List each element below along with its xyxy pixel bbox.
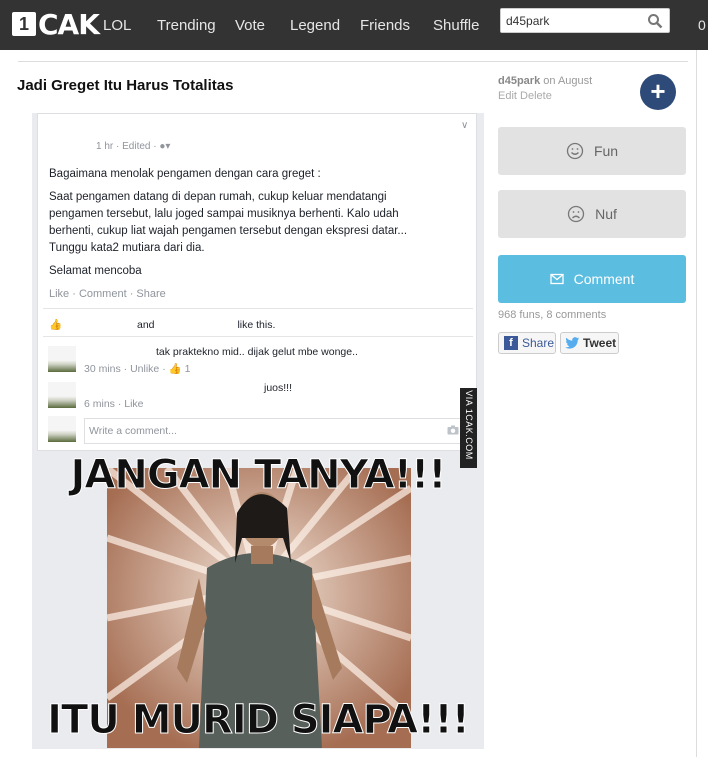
post-meta: d45park on August <box>498 75 592 87</box>
fun-label: Fun <box>593 143 619 159</box>
envelope-icon <box>550 273 564 285</box>
add-post-button[interactable]: + <box>640 74 676 110</box>
fb-comment-meta: 6 mins · Like <box>84 398 144 410</box>
fb-likes-line: 👍 and like this. <box>49 319 276 331</box>
twitter-icon <box>565 337 580 349</box>
post-title[interactable]: Jadi Greget Itu Harus Totalitas <box>17 77 233 94</box>
divider <box>18 61 688 62</box>
nav-shuffle[interactable]: Shuffle <box>433 17 479 34</box>
tweet-button[interactable]: Tweet <box>560 332 619 354</box>
thumbs-up-icon: 👍 <box>168 363 182 375</box>
author-link[interactable]: d45park <box>498 75 540 87</box>
edit-link[interactable]: Edit <box>498 90 517 102</box>
post-edit-actions: Edit Delete <box>498 90 552 102</box>
meme-top-caption: JANGAN TANYA!!! <box>70 452 447 499</box>
nuf-button[interactable]: Nuf <box>498 190 686 238</box>
camera-icon <box>447 425 459 435</box>
site-logo[interactable]: 1 CAK <box>12 7 100 41</box>
facebook-share-button[interactable]: f Share <box>498 332 556 354</box>
facebook-share-label: Share <box>522 336 555 350</box>
fb-post-time: 1 hr · Edited · ●▾ <box>96 141 171 152</box>
frown-icon <box>567 205 585 223</box>
user-avatar <box>48 416 76 442</box>
tweet-label: Tweet <box>583 336 617 350</box>
fb-comment-text: tak praktekno mid.. dijak gelut mbe wong… <box>156 346 358 358</box>
fb-post-line: pengamen tersebut, lalu joged sampai mus… <box>49 208 399 220</box>
search-input[interactable] <box>501 9 641 32</box>
nav-trending[interactable]: Trending <box>157 17 216 34</box>
fb-post-line: Bagaimana menolak pengamen dengan cara g… <box>49 168 321 180</box>
nav-friends[interactable]: Friends <box>360 17 410 34</box>
fb-post-line: Saat pengamen datang di depan rumah, cuk… <box>49 191 387 203</box>
notification-counter[interactable]: 0 <box>698 17 706 33</box>
logo-badge: 1 <box>12 12 36 36</box>
nav-legend[interactable]: Legend <box>290 17 340 34</box>
divider <box>43 336 473 337</box>
fb-post-line: berhenti, cukup liat wajah pengamen ters… <box>49 225 408 237</box>
top-navigation-bar: 1 CAK LOL Trending Vote Legend Friends S… <box>0 0 708 50</box>
comment-label: Comment <box>573 271 635 287</box>
fb-write-comment: Write a comment... <box>84 418 464 444</box>
thumbs-up-icon: 👍 <box>49 319 63 331</box>
nav-vote[interactable]: Vote <box>235 17 265 34</box>
facebook-icon: f <box>504 336 518 350</box>
fb-comment-text: juos!!! <box>264 382 293 394</box>
fb-post-actions: Like · Comment · Share <box>49 288 166 300</box>
facebook-post-screenshot: 1 hr · Edited · ●▾ ∨ Bagaimana menolak p… <box>37 113 477 451</box>
chevron-down-icon: ∨ <box>461 120 469 131</box>
smile-icon <box>566 142 584 160</box>
search-icon[interactable] <box>647 13 663 29</box>
nav-lol[interactable]: LOL <box>103 17 131 34</box>
comment-button[interactable]: Comment <box>498 255 686 303</box>
fb-post-line: Tunggu kata2 mutiara dari dia. <box>49 242 205 254</box>
divider <box>43 308 473 309</box>
meme-bottom-caption: ITU MURID SIAPA!!! <box>47 697 471 744</box>
fb-comment-meta: 30 mins · Unlike · 👍 1 <box>84 363 191 375</box>
commenter-avatar <box>48 346 76 372</box>
fb-post-line: Selamat mencoba <box>49 265 142 277</box>
commenter-avatar <box>48 382 76 408</box>
post-stats: 968 funs, 8 comments <box>498 309 607 321</box>
post-date: on August <box>543 75 593 87</box>
nuf-label: Nuf <box>595 206 617 222</box>
search-box <box>500 8 670 33</box>
content-border <box>696 50 697 757</box>
delete-link[interactable]: Delete <box>520 90 552 102</box>
fun-button[interactable]: Fun <box>498 127 686 175</box>
logo-text: CAK <box>38 7 100 41</box>
